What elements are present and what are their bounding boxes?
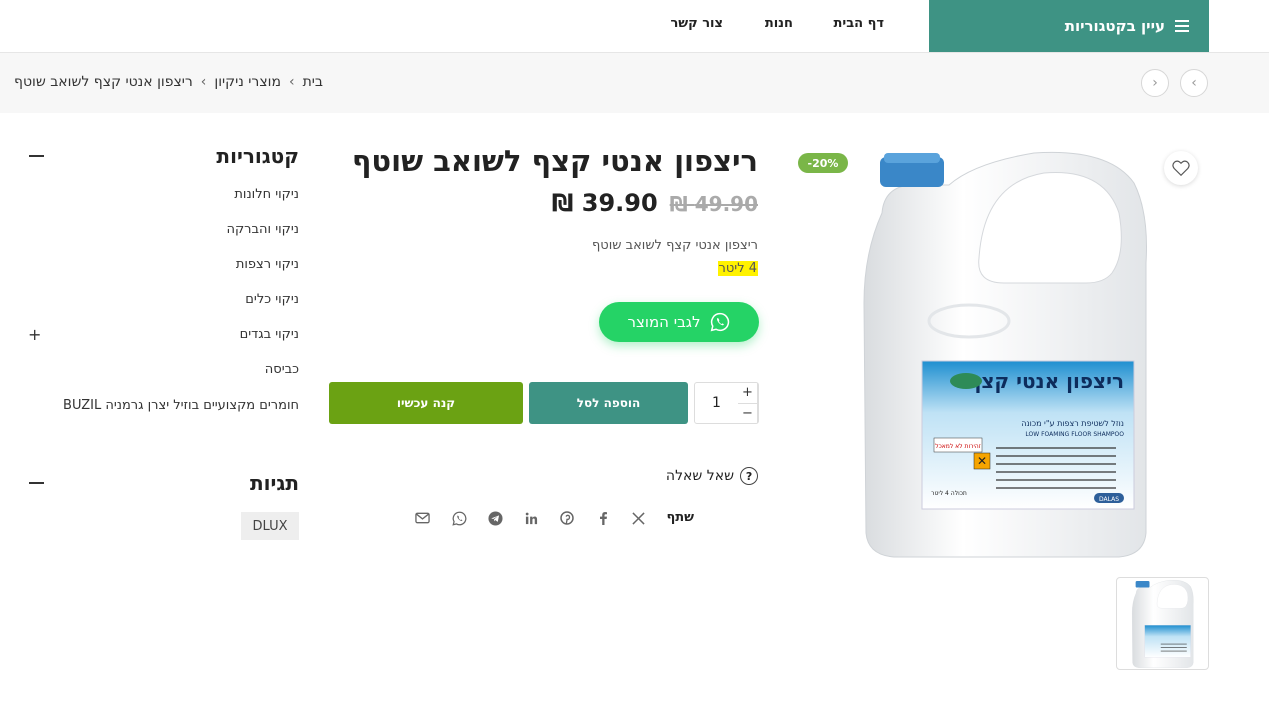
telegram-icon[interactable]: [486, 509, 504, 527]
category-polish[interactable]: ניקוי והברקה: [226, 222, 299, 237]
quantity-stepper[interactable]: 1 + −: [694, 382, 759, 424]
label-subtitle-en-text: LOW FOAMING FLOOR SHAMPOO: [1025, 431, 1124, 438]
quantity-increase-icon[interactable]: +: [738, 383, 757, 404]
nav-home[interactable]: דף הבית: [833, 16, 884, 31]
volume-highlight: 4 ליטר: [717, 261, 758, 276]
product-thumbnail[interactable]: [1116, 577, 1209, 670]
short-description: ריצפון אנטי קצף לשואב שוטף: [591, 238, 758, 253]
email-icon[interactable]: [413, 509, 431, 527]
ask-question-label: שאל שאלה: [665, 468, 734, 484]
category-laundry[interactable]: כביסה: [265, 362, 299, 377]
pinterest-icon[interactable]: [558, 509, 576, 527]
x-twitter-icon[interactable]: [629, 509, 647, 527]
discount-badge: -20%: [798, 153, 848, 173]
categories-collapse-icon[interactable]: [29, 155, 44, 157]
old-price: 49.90 ₪: [669, 192, 758, 216]
whatsapp-icon: [711, 312, 730, 332]
whatsapp-inquiry-button[interactable]: לגבי המוצר: [599, 302, 759, 342]
current-price: 39.90 ₪: [551, 189, 658, 217]
browse-categories-button[interactable]: עיין בקטגוריות: [929, 0, 1209, 52]
breadcrumb-home[interactable]: בית: [303, 74, 323, 90]
label-brand-text: ריצפון אנטי קצף: [968, 369, 1124, 393]
prev-product-button[interactable]: ‹: [1180, 69, 1208, 97]
buy-now-button[interactable]: קנה עכשיו: [329, 382, 523, 424]
breadcrumb: בית › מוצרי ניקיון › ריצפון אנטי קצף לשו…: [14, 74, 323, 90]
chevron-left-icon: ‹: [1191, 75, 1197, 91]
breadcrumb-current: ריצפון אנטי קצף לשואב שוטף: [14, 74, 193, 90]
nav-contact[interactable]: צור קשר: [670, 16, 723, 31]
category-clothes[interactable]: ניקוי בגדים: [240, 327, 299, 342]
price-block: 49.90 ₪ 39.90 ₪: [552, 189, 758, 217]
label-volume-text: תכולה 4 ליטר: [931, 490, 967, 497]
svg-text:✕: ✕: [977, 454, 987, 468]
browse-categories-label: עיין בקטגוריות: [1064, 17, 1165, 35]
category-floors[interactable]: ניקוי רצפות: [236, 257, 299, 272]
facebook-icon[interactable]: [594, 509, 612, 527]
next-product-button[interactable]: ›: [1141, 69, 1169, 97]
category-windows[interactable]: ניקוי חלונות: [234, 187, 299, 202]
breadcrumb-separator: ›: [200, 74, 207, 90]
category-buzil[interactable]: חומרים מקצועיים בוזיל יצרן גרמניה BUZIL: [63, 398, 299, 413]
product-title: ריצפון אנטי קצף לשואב שוטף: [351, 144, 758, 178]
add-to-cart-button[interactable]: הוספה לסל: [529, 382, 688, 424]
product-image[interactable]: ריצפון אנטי קצף נוזל לשטיפת רצפות ע"י מכ…: [854, 143, 1154, 563]
tags-heading: תגיות: [249, 471, 299, 495]
whatsapp-button-label: לגבי המוצר: [627, 313, 701, 331]
tag-dlux[interactable]: DLUX: [241, 512, 299, 540]
breadcrumb-separator: ›: [288, 74, 295, 90]
chevron-right-icon: ›: [1152, 75, 1158, 91]
wishlist-button[interactable]: [1164, 151, 1198, 185]
ask-question-link[interactable]: ? שאל שאלה: [666, 467, 758, 485]
label-subtitle-text: נוזל לשטיפת רצפות ע"י מכונה: [1021, 419, 1124, 428]
share-label: שתף: [666, 510, 694, 525]
heart-icon: [1172, 160, 1190, 176]
label-maker-text: DALAS: [1099, 496, 1119, 503]
quantity-value[interactable]: 1: [695, 383, 738, 423]
tags-collapse-icon[interactable]: [29, 482, 44, 484]
menu-list-icon: [1175, 20, 1189, 32]
linkedin-icon[interactable]: [522, 509, 540, 527]
quantity-decrease-icon[interactable]: −: [738, 404, 757, 424]
question-icon: ?: [740, 467, 758, 485]
whatsapp-share-icon[interactable]: [450, 509, 468, 527]
label-warning-text: זהירות לא למאכל: [935, 443, 981, 450]
category-dishes[interactable]: ניקוי כלים: [245, 292, 299, 307]
nav-shop[interactable]: חנות: [765, 16, 793, 31]
category-expand-icon[interactable]: +: [28, 325, 41, 344]
categories-heading: קטגוריות: [216, 144, 299, 168]
thumbnail-image: [1132, 579, 1194, 668]
breadcrumb-cleaning[interactable]: מוצרי ניקיון: [214, 74, 281, 90]
